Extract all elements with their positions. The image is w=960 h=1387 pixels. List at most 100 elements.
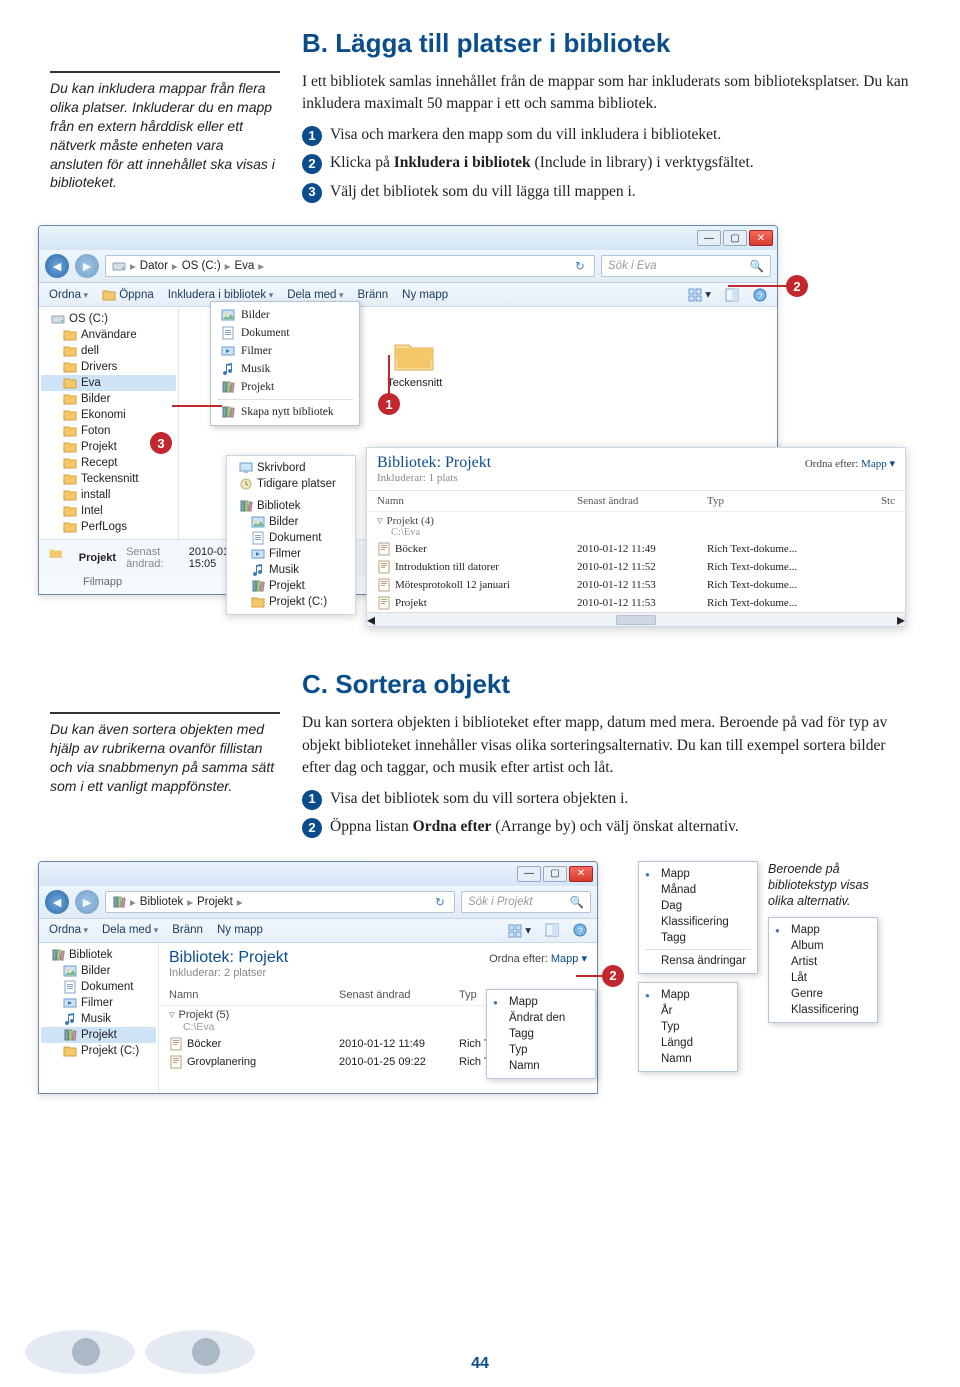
menu-item[interactable]: Musik: [211, 360, 359, 378]
nav-item[interactable]: Skrivbord: [229, 460, 353, 476]
view-mode-button[interactable]: ▾: [688, 287, 711, 302]
dropdown-option[interactable]: Typ: [639, 1019, 737, 1035]
nav-item[interactable]: Dokument: [41, 979, 156, 995]
burn-button[interactable]: Bränn: [172, 924, 203, 936]
folder-tile[interactable]: Teckensnitt: [387, 337, 442, 391]
nav-item[interactable]: Bilder: [229, 514, 353, 530]
dropdown-option[interactable]: Namn: [487, 1058, 595, 1074]
nav-item[interactable]: Tidigare platser: [229, 476, 353, 492]
menu-item[interactable]: Skapa nytt bibliotek: [211, 403, 359, 421]
group-header[interactable]: ▿Projekt (4) C:\Eva: [367, 512, 905, 540]
nav-item[interactable]: Filmer: [41, 995, 156, 1011]
breadcrumb[interactable]: ▸Dator ▸OS (C:) ▸Eva ▸ ↻: [105, 255, 595, 277]
menu-item[interactable]: Projekt: [211, 378, 359, 396]
help-button[interactable]: [753, 288, 767, 302]
nav-item[interactable]: Ekonomi: [41, 407, 176, 423]
sort-dropdown-1[interactable]: MappÄndrat denTaggTypNamn: [486, 989, 596, 1079]
library-subtitle[interactable]: Inkluderar: 1 plats: [377, 472, 491, 484]
sort-dropdown-4[interactable]: MappÅrTypLängdNamn: [638, 982, 738, 1072]
library-subtitle[interactable]: Inkluderar: 2 platser: [169, 967, 288, 979]
minimize-button[interactable]: —: [697, 230, 721, 246]
back-button[interactable]: ◄: [45, 254, 69, 278]
close-button[interactable]: ✕: [749, 230, 773, 246]
dropdown-option[interactable]: Mapp: [487, 994, 595, 1010]
nav-item[interactable]: Musik: [229, 562, 353, 578]
nav-item[interactable]: Musik: [41, 1011, 156, 1027]
dropdown-option[interactable]: Klassificering: [639, 914, 757, 930]
menu-item[interactable]: Bilder: [211, 306, 359, 324]
refresh-icon[interactable]: ↻: [432, 895, 448, 909]
dropdown-option[interactable]: Tagg: [639, 930, 757, 946]
dropdown-option[interactable]: Album: [769, 938, 877, 954]
nav-item[interactable]: Användare: [41, 327, 176, 343]
table-row[interactable]: Böcker 2010-01-12 11:49 Rich Text-dokume…: [367, 540, 905, 558]
nav-item[interactable]: PerfLogs: [41, 519, 176, 535]
nav-item[interactable]: Projekt (C:): [229, 594, 353, 610]
sort-dropdown-2[interactable]: MappMånadDagKlassificeringTaggRensa ändr…: [638, 861, 758, 974]
share-button[interactable]: Dela med: [287, 289, 343, 301]
dropdown-option[interactable]: Mapp: [639, 987, 737, 1003]
share-button[interactable]: Dela med: [102, 924, 158, 936]
close-button[interactable]: ✕: [569, 866, 593, 882]
nav-item[interactable]: OS (C:): [41, 311, 176, 327]
dropdown-option[interactable]: Artist: [769, 954, 877, 970]
nav-item[interactable]: Intel: [41, 503, 176, 519]
dropdown-option[interactable]: Mapp: [639, 866, 757, 882]
organize-button[interactable]: Ordna: [49, 924, 88, 936]
new-folder-button[interactable]: Ny mapp: [402, 289, 448, 301]
include-in-library-button[interactable]: Inkludera i bibliotek: [168, 289, 273, 301]
dropdown-option[interactable]: Genre: [769, 986, 877, 1002]
search-input[interactable]: Sök i Projekt 🔍: [461, 891, 591, 913]
search-input[interactable]: Sök i Eva 🔍: [601, 255, 771, 277]
nav-item[interactable]: Teckensnitt: [41, 471, 176, 487]
nav-item[interactable]: Bibliotek: [41, 947, 156, 963]
nav-item[interactable]: Drivers: [41, 359, 176, 375]
dropdown-option[interactable]: Dag: [639, 898, 757, 914]
menu-item[interactable]: Filmer: [211, 342, 359, 360]
dropdown-option[interactable]: Klassificering: [769, 1002, 877, 1018]
dropdown-option[interactable]: Typ: [487, 1042, 595, 1058]
maximize-button[interactable]: ▢: [723, 230, 747, 246]
table-row[interactable]: Projekt 2010-01-12 11:53 Rich Text-dokum…: [367, 594, 905, 612]
sort-dropdown-3[interactable]: MappAlbumArtistLåtGenreKlassificering: [768, 917, 878, 1023]
sort-by[interactable]: Ordna efter: Mapp ▾: [805, 457, 895, 470]
help-button[interactable]: [573, 923, 587, 937]
nav-item[interactable]: Bilder: [41, 391, 176, 407]
dropdown-option[interactable]: Längd: [639, 1035, 737, 1051]
dropdown-option[interactable]: Namn: [639, 1051, 737, 1067]
nav-item[interactable]: Bilder: [41, 963, 156, 979]
nav-item[interactable]: Eva: [41, 375, 176, 391]
forward-button[interactable]: ►: [75, 890, 99, 914]
new-folder-button[interactable]: Ny mapp: [217, 924, 263, 936]
horizontal-scrollbar[interactable]: ◂▸: [367, 612, 905, 626]
back-button[interactable]: ◄: [45, 890, 69, 914]
preview-pane-button[interactable]: [545, 923, 559, 937]
forward-button[interactable]: ►: [75, 254, 99, 278]
dropdown-option[interactable]: Låt: [769, 970, 877, 986]
table-row[interactable]: Mötesprotokoll 12 januari 2010-01-12 11:…: [367, 576, 905, 594]
nav-item[interactable]: Projekt: [41, 1027, 156, 1043]
sort-by[interactable]: Ordna efter: Mapp ▾: [489, 952, 587, 965]
open-button[interactable]: Öppna: [102, 288, 154, 302]
dropdown-option[interactable]: Månad: [639, 882, 757, 898]
dropdown-option[interactable]: År: [639, 1003, 737, 1019]
table-row[interactable]: Introduktion till datorer 2010-01-12 11:…: [367, 558, 905, 576]
nav-item[interactable]: Dokument: [229, 530, 353, 546]
minimize-button[interactable]: —: [517, 866, 541, 882]
column-headers[interactable]: Namn Senast ändrad Typ Stc: [367, 491, 905, 512]
dropdown-option[interactable]: Ändrat den: [487, 1010, 595, 1026]
breadcrumb[interactable]: ▸Bibliotek ▸Projekt ▸ ↻: [105, 891, 455, 913]
menu-item[interactable]: Dokument: [211, 324, 359, 342]
dropdown-option[interactable]: Tagg: [487, 1026, 595, 1042]
view-mode-button[interactable]: ▾: [508, 923, 531, 938]
nav-item[interactable]: Bibliotek: [229, 498, 353, 514]
burn-button[interactable]: Bränn: [357, 289, 388, 301]
nav-item[interactable]: Projekt (C:): [41, 1043, 156, 1059]
maximize-button[interactable]: ▢: [543, 866, 567, 882]
nav-item[interactable]: Projekt: [229, 578, 353, 594]
refresh-icon[interactable]: ↻: [572, 259, 588, 273]
nav-item[interactable]: Recept: [41, 455, 176, 471]
organize-button[interactable]: Ordna: [49, 289, 88, 301]
dropdown-option[interactable]: Mapp: [769, 922, 877, 938]
nav-item[interactable]: install: [41, 487, 176, 503]
